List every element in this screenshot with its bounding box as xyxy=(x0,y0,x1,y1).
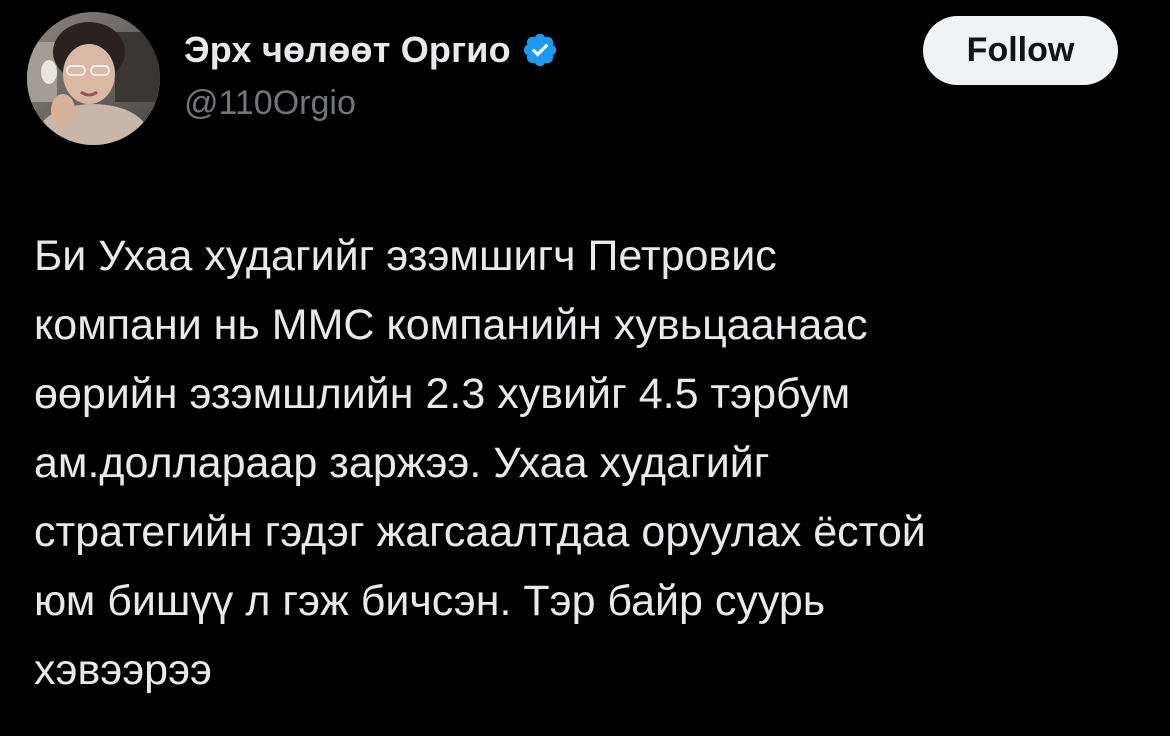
avatar[interactable] xyxy=(27,12,160,145)
user-handle[interactable]: @110Orgio xyxy=(184,84,356,123)
tweet-text-line: Би Ухаа худагийг эзэмшигч Петровис xyxy=(34,232,777,280)
follow-button[interactable]: Follow xyxy=(923,16,1118,85)
verified-badge-icon xyxy=(521,31,559,69)
tweet-text-line: юм бишүү л гэж бичсэн. Тэр байр суурь xyxy=(34,577,826,625)
tweet-card: Эрх чөлөөт Оргио @110Orgio Follow Би Уха… xyxy=(0,0,1170,736)
tweet-text-line: хэвээрээ xyxy=(34,646,212,694)
tweet-text-line: өөрийн эзэмшлийн 2.3 хувийг 4.5 тэрбум xyxy=(34,370,851,418)
display-name[interactable]: Эрх чөлөөт Оргио xyxy=(184,29,511,71)
tweet-text: Би Ухаа худагийг эзэмшигч Петровис компа… xyxy=(34,222,1144,705)
tweet-text-line: ам.доллараар заржээ. Ухаа худагийг xyxy=(34,439,770,487)
tweet-text-line: компани нь ММС компанийн хувьцаанаас xyxy=(34,301,868,349)
profile-avatar xyxy=(27,12,160,145)
author-name-row: Эрх чөлөөт Оргио xyxy=(184,28,559,72)
tweet-text-line: стратегийн гэдэг жагсаалтдаа оруулах ёст… xyxy=(34,508,926,556)
